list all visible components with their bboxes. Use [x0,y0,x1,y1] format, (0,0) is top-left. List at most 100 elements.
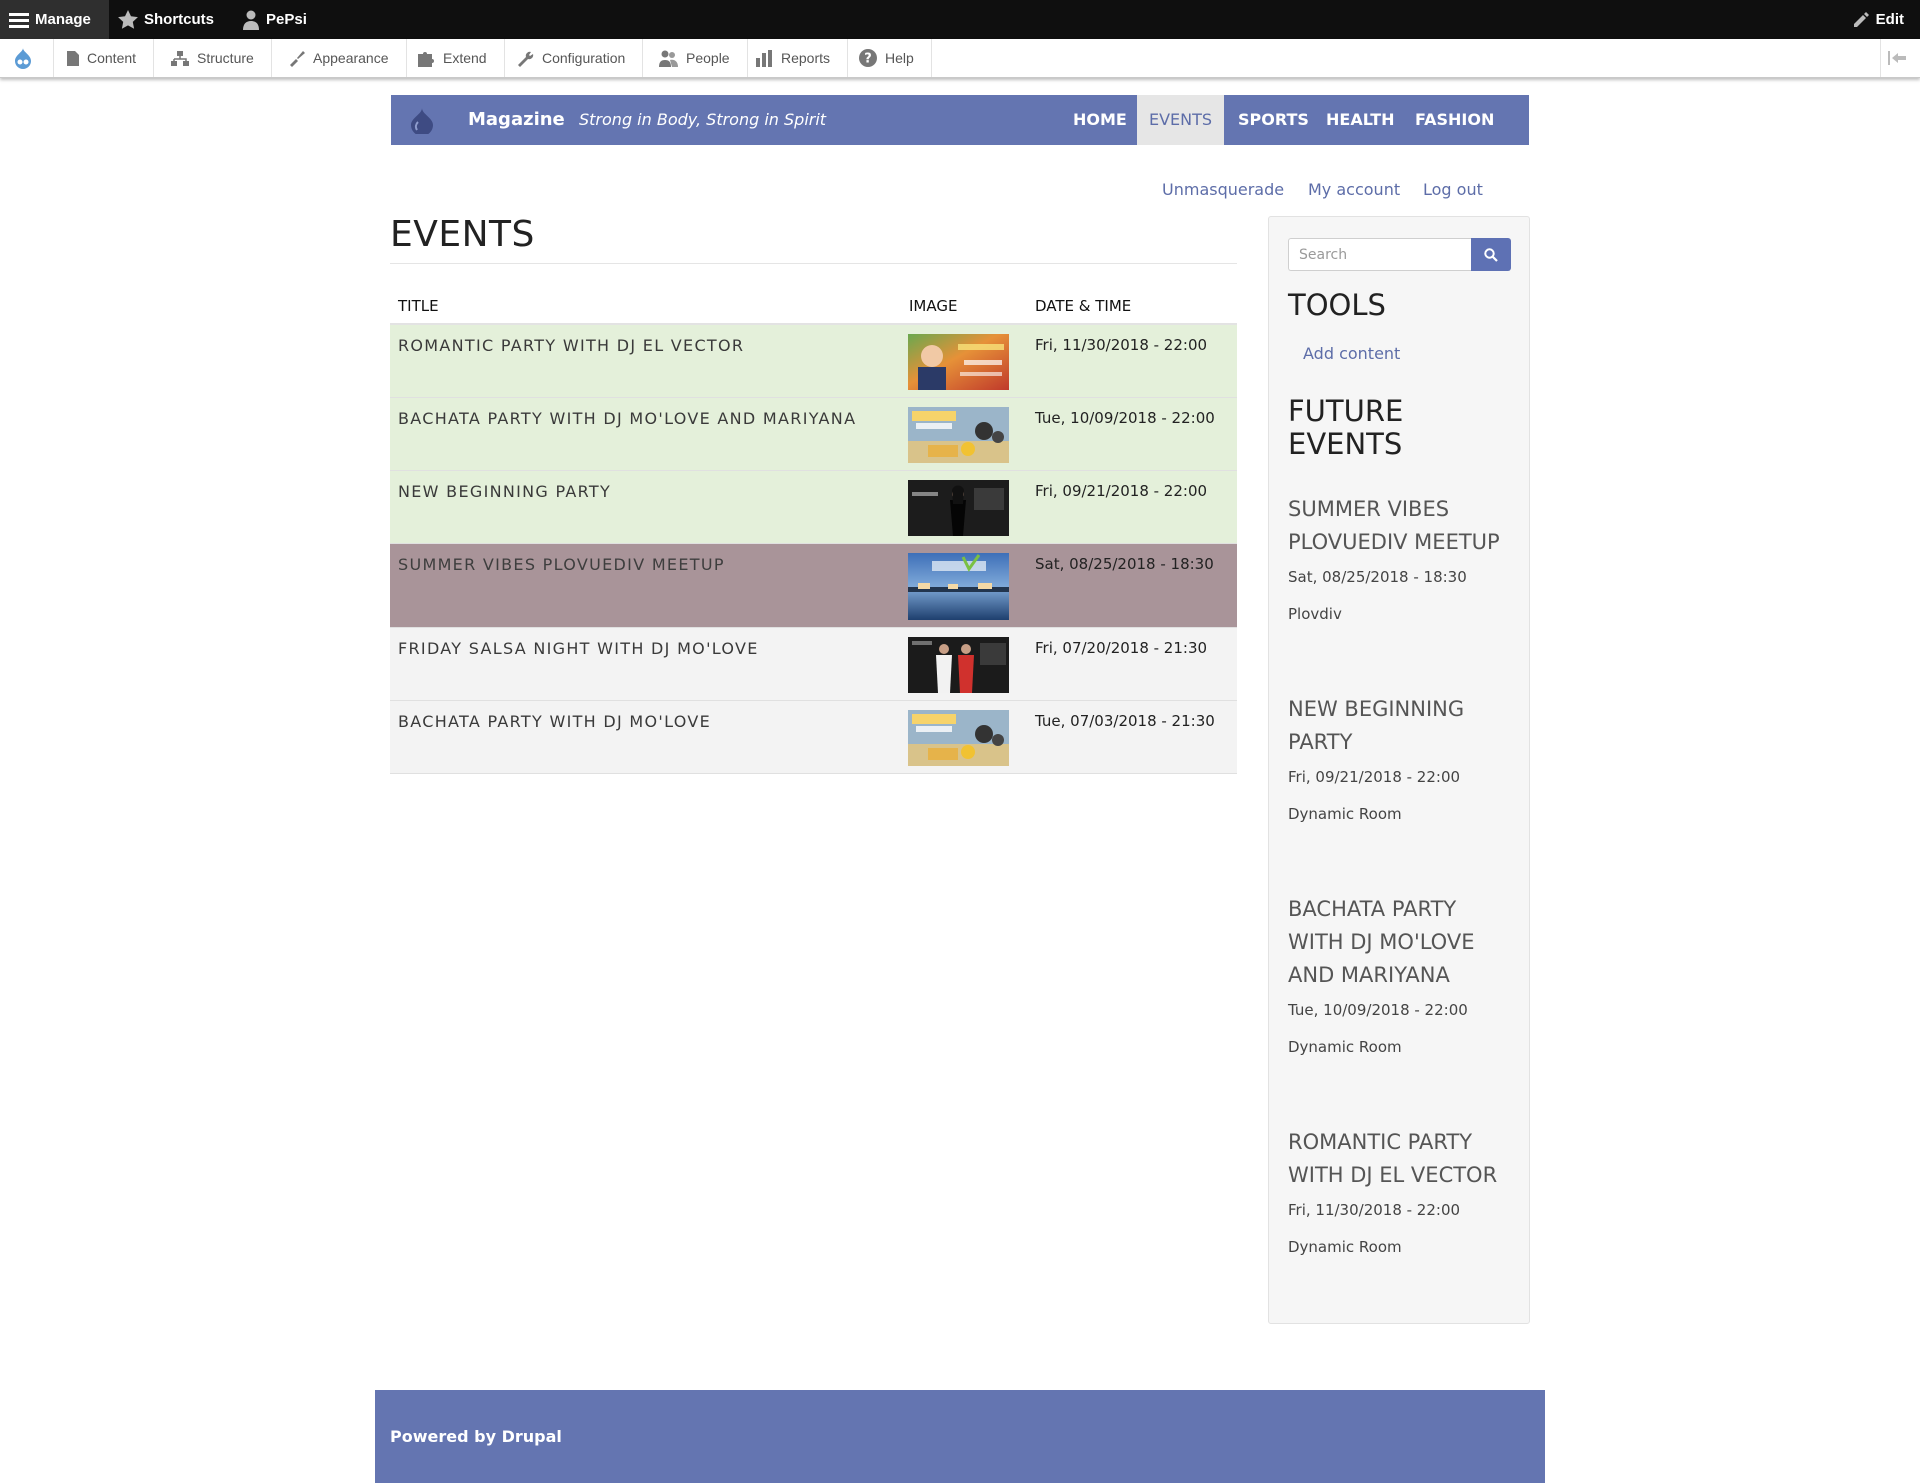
future-event-date: Sat, 08/25/2018 - 18:30 [1288,568,1467,586]
collapse-left-icon [1887,51,1906,65]
future-event-venue: Dynamic Room [1288,1038,1402,1056]
puzzle-icon [418,51,434,67]
manage-label: Manage [35,11,91,28]
event-title-link[interactable]: Friday Salsa Night with DJ Mo'Love [398,639,759,658]
tools-heading: TOOLS [1288,288,1386,322]
svg-text:?: ? [864,52,872,67]
edit-button[interactable]: Edit [1852,0,1904,39]
future-event-title[interactable]: Summer Vibes Plovuediv Meetup [1288,493,1518,559]
drupal-home-button[interactable] [0,39,54,77]
future-events-heading: FUTURE EVENTS [1288,394,1404,461]
drupal-drop-logo-icon [411,108,433,136]
log-out-link[interactable]: Log out [1423,180,1483,199]
event-title-link[interactable]: Summer Vibes Plovuediv Meetup [398,555,725,574]
add-content-link[interactable]: Add content [1303,344,1400,363]
shortcuts-label: Shortcuts [144,11,215,28]
event-thumbnail[interactable] [908,334,1009,390]
tray-structure-label: Structure [197,50,254,66]
star-icon [118,10,138,29]
future-event-date: Tue, 10/09/2018 - 22:00 [1288,1001,1468,1019]
search-input[interactable] [1288,238,1471,271]
event-title-link[interactable]: Bachata Party with DJ Mo'Love [398,712,711,731]
title-divider [390,263,1237,264]
hamburger-icon [9,12,29,28]
table-row: Friday Salsa Night with DJ Mo'Love Fri, … [390,628,1237,701]
tray-configuration-label: Configuration [542,50,626,66]
nav-sports[interactable]: SPORTS [1224,95,1323,145]
column-header-title[interactable]: TITLE [398,297,439,315]
tray-content[interactable]: Content [54,39,155,77]
table-row: New Beginning Party Fri, 09/21/2018 - 22… [390,471,1237,544]
tray-structure[interactable]: Structure [158,39,272,77]
bar-chart-icon [756,49,772,67]
tray-content-label: Content [87,50,137,66]
table-row: Summer Vibes Plovuediv Meetup Sat, 08/25… [390,544,1237,628]
event-date: Fri, 07/20/2018 - 21:30 [1035,639,1208,657]
future-event-title[interactable]: New Beginning Party [1288,693,1518,759]
column-header-image: IMAGE [909,297,958,315]
event-thumbnail[interactable] [908,553,1009,620]
event-thumbnail[interactable] [908,407,1009,463]
search-icon [1484,247,1498,262]
event-title-link[interactable]: New Beginning Party [398,482,611,501]
future-event-item: New Beginning Party Fri, 09/21/2018 - 22… [1288,693,1518,827]
nav-fashion[interactable]: FASHION [1401,95,1508,145]
tray-reports[interactable]: Reports [743,39,849,77]
page-title: EVENTS [390,214,535,255]
future-event-title[interactable]: Romantic Party with DJ El Vector [1288,1126,1518,1192]
nav-home[interactable]: HOME [1059,95,1141,145]
tray-reports-label: Reports [781,50,831,66]
event-date: Fri, 11/30/2018 - 22:00 [1035,336,1208,354]
event-thumbnail[interactable] [908,637,1009,693]
my-account-link[interactable]: My account [1308,180,1400,199]
tray-people-label: People [686,50,730,66]
search-button[interactable] [1471,238,1511,271]
event-date: Sat, 08/25/2018 - 18:30 [1035,555,1214,573]
question-circle-icon: ? [859,49,877,67]
event-thumbnail[interactable] [908,480,1009,536]
future-event-venue: Plovdiv [1288,605,1342,623]
wrench-icon [518,51,534,67]
nav-health[interactable]: HEALTH [1312,95,1409,145]
table-row: Bachata Party with DJ Mo'Love Tue, 07/03… [390,701,1237,774]
site-name[interactable]: Magazine [468,95,565,145]
site-logo[interactable] [409,108,435,138]
user-label: PePsi [266,11,307,28]
admin-toolbar: Manage Shortcuts PePsi Edit [0,0,1920,39]
future-event-item: Summer Vibes Plovuediv Meetup Sat, 08/25… [1288,493,1518,627]
event-title-link[interactable]: Bachata Party with DJ Mo'Love and Mariya… [398,409,856,428]
manage-button[interactable]: Manage [0,0,109,39]
column-header-date[interactable]: DATE & TIME [1035,297,1131,315]
sidebar: TOOLS Add content FUTURE EVENTS Summer V… [1268,216,1530,1324]
event-thumbnail[interactable] [908,710,1009,766]
drupal-drop-icon [14,48,31,69]
nav-events[interactable]: EVENTS [1137,95,1224,145]
future-event-venue: Dynamic Room [1288,1238,1402,1256]
shortcuts-button[interactable]: Shortcuts [118,0,214,39]
event-date: Tue, 07/03/2018 - 21:30 [1035,712,1215,730]
future-event-item: Bachata Party with DJ Mo'Love and Mariya… [1288,893,1518,1060]
future-event-item: Romantic Party with DJ El Vector Fri, 11… [1288,1126,1518,1260]
future-event-date: Fri, 11/30/2018 - 22:00 [1288,1201,1461,1219]
file-icon [67,50,79,66]
site-header: Magazine Strong in Body, Strong in Spiri… [391,95,1529,145]
table-row: Romantic Party with DJ El Vector Fri, 11… [390,325,1237,398]
event-date: Fri, 09/21/2018 - 22:00 [1035,482,1208,500]
user-button[interactable]: PePsi [242,0,307,39]
unmasquerade-link[interactable]: Unmasquerade [1162,180,1284,199]
powered-by-drupal-link[interactable]: Powered by Drupal [390,1390,562,1483]
tray-help[interactable]: ? Help [846,39,932,77]
tray-appearance[interactable]: Appearance [275,39,407,77]
edit-label: Edit [1875,11,1904,28]
tray-people[interactable]: People [646,39,748,77]
site-footer: Powered by Drupal [375,1390,1545,1483]
table-row: Bachata Party with DJ Mo'Love and Mariya… [390,398,1237,471]
future-event-title[interactable]: Bachata Party with DJ Mo'Love and Mariya… [1288,893,1518,992]
site-slogan: Strong in Body, Strong in Spirit [579,110,827,129]
event-title-link[interactable]: Romantic Party with DJ El Vector [398,336,744,355]
event-date: Tue, 10/09/2018 - 22:00 [1035,409,1215,427]
tray-extend[interactable]: Extend [405,39,505,77]
tray-orientation-toggle[interactable] [1880,39,1920,77]
tray-appearance-label: Appearance [313,50,389,66]
tray-configuration[interactable]: Configuration [504,39,644,77]
